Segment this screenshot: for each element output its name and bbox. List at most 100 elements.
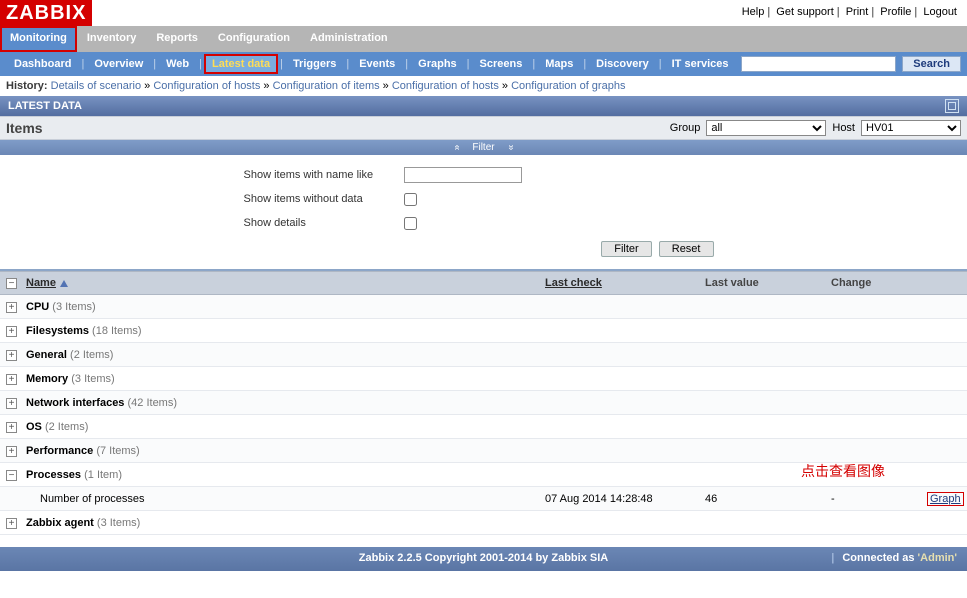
subtab-dashboard[interactable]: Dashboard [6,54,79,74]
host-label: Host [832,122,855,134]
expand-icon[interactable]: + [6,350,17,361]
search-input[interactable] [741,56,896,72]
history-item[interactable]: Details of scenario [51,80,142,92]
tab-administration[interactable]: Administration [300,26,398,52]
annotation-text: 点击查看图像 [801,465,885,480]
section-title: LATEST DATA [8,100,82,112]
filter-details-label: Show details [244,217,404,229]
item-count: (2 Items) [45,421,88,433]
subtab-events[interactable]: Events [351,54,403,74]
expand-icon[interactable]: − [6,470,17,481]
item-count: (18 Items) [92,325,142,337]
subtab-web[interactable]: Web [158,54,197,74]
history-item[interactable]: Configuration of hosts [153,80,260,92]
table-row: + OS (2 Items) [0,415,967,439]
table-row: + Filesystems (18 Items) [0,319,967,343]
expand-icon[interactable]: + [6,446,17,457]
subtab-maps[interactable]: Maps [537,54,581,74]
group-name: Performance [26,445,93,457]
item-count: (1 Item) [84,469,122,481]
table-row: +General (2 Items) [0,343,967,367]
table-row: + Network interfaces (42 Items) [0,391,967,415]
item-count: (3 Items) [71,373,114,385]
group-name: Memory [26,373,68,385]
footer-connected: Connected as [842,552,917,564]
filter-button[interactable]: Filter [601,241,651,257]
host-select[interactable]: HV01 [861,120,961,136]
support-link[interactable]: Get support [776,6,833,18]
filter-name-input[interactable] [404,167,522,183]
fullscreen-icon[interactable] [945,99,959,113]
column-header: − Name Last check Last value Change [0,271,967,295]
tab-inventory[interactable]: Inventory [77,26,147,52]
subtab-discovery[interactable]: Discovery [588,54,657,74]
filter-nodata-check[interactable] [404,193,417,206]
filter-toggle[interactable]: Filter [0,140,967,155]
top-links: Help| Get support| Print| Profile| Logou… [742,6,957,18]
subtab-triggers[interactable]: Triggers [285,54,344,74]
table-row: +Performance (7 Items) [0,439,967,463]
collapse-all-icon[interactable]: − [6,278,17,289]
table-row: + CPU (3 Items) [0,295,967,319]
expand-icon[interactable]: + [6,518,17,529]
table-row: +Zabbix agent (3 Items) [0,511,967,535]
sort-asc-icon [60,280,68,287]
item-lastcheck: 07 Aug 2014 14:28:48 [539,490,699,508]
footer: Zabbix 2.2.5 Copyright 2001-2014 by Zabb… [0,547,967,571]
group-select[interactable]: all [706,120,826,136]
subtab-latest-data[interactable]: Latest data [204,54,278,74]
history-item[interactable]: Configuration of graphs [511,80,625,92]
group-name: OS [26,421,42,433]
history-bar: History: Details of scenario » Configura… [0,76,967,96]
tab-reports[interactable]: Reports [146,26,208,52]
expand-icon[interactable]: + [6,326,17,337]
items-title: Items [6,120,43,136]
group-name: CPU [26,301,49,313]
subtab-screens[interactable]: Screens [472,54,531,74]
item-lastvalue: 46 [699,490,825,508]
table-row: −Processes (1 Item) 点击查看图像 [0,463,967,487]
filter-name-label: Show items with name like [244,169,404,181]
item-change: - [825,490,921,508]
history-item[interactable]: Configuration of hosts [392,80,499,92]
search-area: Search [741,56,961,72]
subtab-graphs[interactable]: Graphs [410,54,465,74]
main-tabs: Monitoring Inventory Reports Configurati… [0,26,967,52]
print-link[interactable]: Print [846,6,869,18]
col-lastcheck[interactable]: Last check [545,277,602,289]
item-name: Number of processes [20,490,539,508]
profile-link[interactable]: Profile [880,6,911,18]
filter-details-check[interactable] [404,217,417,230]
subtab-it-services[interactable]: IT services [664,54,737,74]
group-name: Filesystems [26,325,89,337]
tab-configuration[interactable]: Configuration [208,26,300,52]
group-name: Processes [26,469,81,481]
group-name: Network interfaces [26,397,124,409]
item-count: (42 Items) [128,397,178,409]
graph-link[interactable]: Graph [930,493,961,505]
group-name: Zabbix agent [26,517,94,529]
logout-link[interactable]: Logout [923,6,957,18]
expand-icon[interactable]: + [6,398,17,409]
reset-button[interactable]: Reset [659,241,714,257]
filter-nodata-label: Show items without data [244,193,404,205]
col-lastvalue: Last value [705,277,759,289]
item-count: (3 Items) [52,301,95,313]
tab-monitoring[interactable]: Monitoring [0,26,77,52]
history-item[interactable]: Configuration of items [273,80,380,92]
data-rows: + CPU (3 Items) + Filesystems (18 Items) + Ge… [0,295,967,535]
expand-icon[interactable]: + [6,422,17,433]
group-name: General [26,349,67,361]
footer-copy: Zabbix 2.2.5 Copyright 2001-2014 by Zabb… [359,552,608,564]
subtab-overview[interactable]: Overview [86,54,151,74]
col-name[interactable]: Name [26,277,56,289]
expand-icon[interactable]: + [6,374,17,385]
help-link[interactable]: Help [742,6,765,18]
search-button[interactable]: Search [902,56,961,72]
footer-user[interactable]: 'Admin' [918,552,957,564]
group-label: Group [670,122,701,134]
col-change: Change [831,277,871,289]
expand-icon[interactable]: + [6,302,17,313]
history-label: History: [6,80,48,92]
header-top: ZABBIX Help| Get support| Print| Profile… [0,0,967,22]
